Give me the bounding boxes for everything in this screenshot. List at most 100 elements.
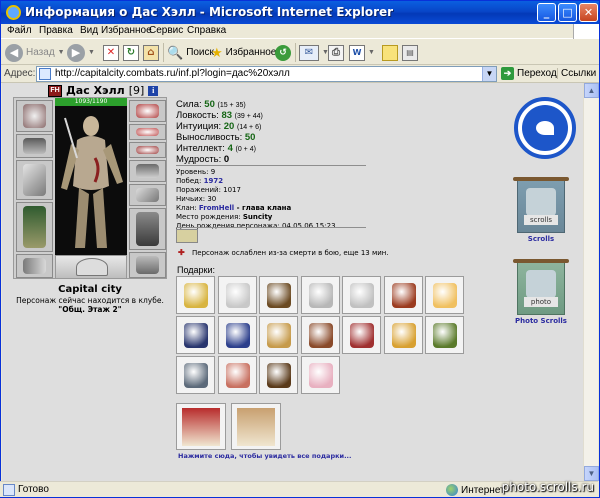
gift-slot[interactable] [342, 276, 381, 314]
gift-slot[interactable] [383, 276, 423, 314]
menu-favorites[interactable]: Избранное [101, 25, 152, 36]
mail-button[interactable]: ✉ ▼ [299, 42, 329, 63]
stop-button[interactable]: ✕ [103, 42, 119, 63]
menu-help[interactable]: Справка [187, 25, 226, 36]
wins-label: Побед: [176, 177, 204, 185]
banner-tag: scrolls [524, 215, 558, 225]
zone-text: Интернет [461, 484, 505, 496]
print-button[interactable]: ⎙ [328, 42, 344, 63]
weapon-slot[interactable] [16, 160, 53, 200]
gift-slot[interactable] [383, 316, 423, 354]
city-badge [55, 255, 127, 279]
stat-value: 0 [223, 154, 230, 165]
leggings-slot[interactable] [129, 208, 166, 250]
refresh-button[interactable]: ↻ [123, 42, 139, 63]
word-edit-icon: W [349, 44, 365, 61]
home-button[interactable]: ⌂ [143, 42, 159, 63]
gift-slot[interactable] [217, 276, 257, 314]
location-room: "Общ. Этаж 2" [58, 305, 122, 314]
gift-slot[interactable] [425, 276, 464, 314]
close-button[interactable]: ✕ [579, 3, 598, 22]
gift-icon [433, 283, 457, 308]
toolbar-separator [163, 43, 164, 62]
gift-slot[interactable] [259, 276, 298, 314]
belt-slot[interactable] [16, 254, 53, 278]
gift-slot[interactable] [300, 276, 340, 314]
menu-tools[interactable]: Сервис [149, 25, 183, 36]
back-dropdown-icon[interactable]: ▼ [58, 49, 65, 56]
menu-edit[interactable]: Правка [39, 25, 73, 36]
mail-icon: ✉ [299, 44, 319, 61]
rings-slot[interactable] [129, 142, 166, 158]
gift-slot[interactable] [217, 316, 257, 354]
forward-dropdown-icon[interactable]: ▼ [88, 49, 95, 56]
scroll-down-icon[interactable]: ▼ [584, 466, 599, 481]
research-button[interactable]: ▤ [402, 42, 418, 63]
menu-file[interactable]: Файл [7, 25, 32, 36]
watermark: photo.scrolls.ru [501, 480, 594, 494]
gift-slot[interactable] [217, 356, 257, 394]
info-icon[interactable]: i [148, 85, 159, 96]
menu-view[interactable]: Вид [80, 25, 98, 36]
effect-icon[interactable] [176, 229, 198, 243]
minimize-button[interactable]: _ [537, 3, 556, 22]
favorites-star-icon: ★ [211, 44, 223, 60]
leggings-icon [136, 212, 159, 246]
gift-slot[interactable] [259, 316, 298, 354]
search-button[interactable]: 🔍 Поиск [167, 42, 214, 63]
scroll-up-icon[interactable]: ▲ [584, 83, 599, 98]
see-all-gifts-link[interactable]: Нажмите сюда, чтобы увидеть все подарки.… [178, 452, 351, 460]
history-button[interactable]: ↺ [275, 42, 291, 63]
favorites-button[interactable]: ★ Избранное [211, 42, 276, 63]
scrolls-link[interactable]: Scrolls [506, 235, 576, 243]
edit-dropdown-icon[interactable]: ▼ [368, 49, 375, 56]
title-bar[interactable]: Информация о Дас Хэлл - Microsoft Intern… [1, 1, 599, 24]
clan-logo[interactable] [514, 97, 576, 159]
gift-slot[interactable] [176, 276, 215, 314]
url-text[interactable]: http://capitalcity.combats.ru/inf.pl?log… [55, 68, 290, 79]
armor-icon [23, 206, 46, 248]
gift-slot[interactable] [425, 316, 464, 354]
links-button[interactable]: Ссылки [557, 68, 596, 79]
gift-icon [391, 323, 416, 348]
address-field[interactable]: http://capitalcity.combats.ru/inf.pl?log… [36, 66, 497, 82]
weakness-icon: ✚ [178, 248, 185, 257]
gift-slot[interactable] [176, 356, 215, 394]
clan-link[interactable]: FromHell [199, 204, 234, 212]
new-year-card-icon [182, 408, 220, 446]
boots-slot[interactable] [129, 252, 166, 278]
address-dropdown-icon[interactable]: ▼ [482, 67, 496, 81]
helmet-slot[interactable] [16, 100, 53, 132]
earrings-slot[interactable] [129, 100, 166, 122]
gift-card[interactable] [231, 403, 281, 450]
back-button[interactable]: ◀ Назад ▼ [5, 42, 65, 63]
maximize-button[interactable]: □ [558, 3, 577, 22]
gloves-slot[interactable] [129, 160, 166, 182]
gift-card[interactable] [176, 403, 226, 450]
photo-scrolls-banner[interactable]: photo [513, 259, 569, 315]
favorites-label: Избранное [225, 47, 277, 58]
scrolls-banner[interactable]: scrolls [513, 177, 569, 233]
gift-slot[interactable] [259, 356, 298, 394]
character-equipment-frame: 1093/1190 [13, 97, 167, 279]
bracers-slot[interactable] [16, 134, 53, 158]
armor-slot[interactable] [16, 202, 53, 252]
go-button[interactable]: ➔ Переход [501, 67, 557, 80]
forward-button[interactable]: ▶ ▼ [67, 42, 95, 63]
photo-scrolls-link[interactable]: Photo Scrolls [506, 317, 576, 325]
shield-slot[interactable] [129, 184, 166, 206]
photo-art-icon [526, 270, 556, 298]
gift-icon [267, 283, 291, 308]
gift-slot[interactable] [300, 356, 340, 394]
gift-slot[interactable] [342, 316, 381, 354]
status-text: Готово [18, 484, 49, 495]
messenger-button[interactable] [382, 42, 398, 63]
vertical-scrollbar[interactable]: ▲ ▼ [583, 83, 599, 481]
edit-button[interactable]: W ▼ [349, 42, 375, 63]
gift-slot[interactable] [300, 316, 340, 354]
amulet-slot[interactable] [129, 124, 166, 140]
stat-value: 50 [204, 99, 215, 110]
clan-emblem-icon[interactable]: FH [48, 84, 62, 97]
weakness-text: Персонаж ослаблен из-за смерти в бою, ещ… [192, 249, 389, 257]
gift-slot[interactable] [176, 316, 215, 354]
